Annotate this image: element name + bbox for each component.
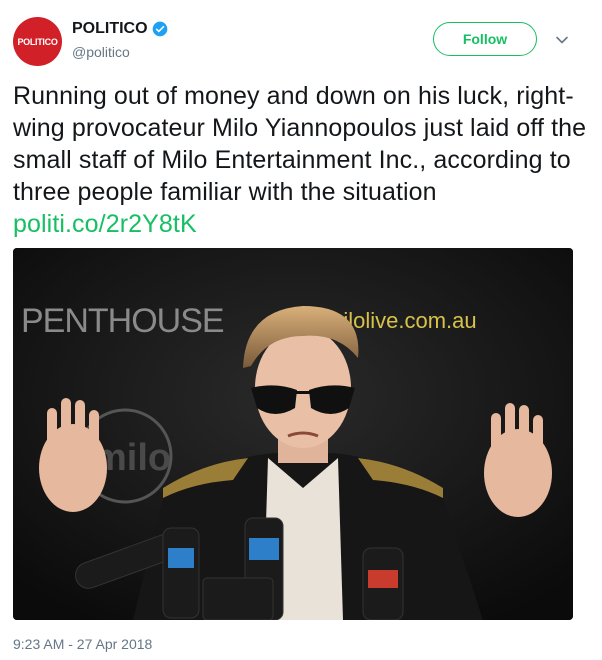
account-name-row[interactable]: POLITICO — [72, 20, 168, 38]
verified-badge-icon — [152, 21, 167, 37]
photo-illustration: PENTHOUSE milolive.com.au milo — [13, 248, 573, 620]
avatar-text: POLITICO — [17, 36, 58, 47]
tweet-text: Running out of money and down on his luc… — [13, 80, 593, 240]
chevron-down-icon[interactable] — [554, 32, 570, 48]
tweet-body: Running out of money and down on his luc… — [13, 82, 587, 206]
backdrop-brand: PENTHOUSE — [21, 302, 224, 340]
avatar[interactable]: POLITICO — [13, 17, 62, 66]
tweet-link[interactable]: politi.co/2r2Y8tK — [13, 210, 197, 238]
tweet-timestamp[interactable]: 9:23 AM - 27 Apr 2018 — [13, 636, 152, 652]
tweet-photo[interactable]: PENTHOUSE milolive.com.au milo — [13, 248, 573, 620]
follow-button[interactable]: Follow — [433, 22, 537, 56]
display-name[interactable]: POLITICO — [72, 20, 148, 38]
tweet-card: POLITICO POLITICO @politico Follow Runni… — [0, 0, 602, 660]
account-handle[interactable]: @politico — [72, 44, 130, 60]
